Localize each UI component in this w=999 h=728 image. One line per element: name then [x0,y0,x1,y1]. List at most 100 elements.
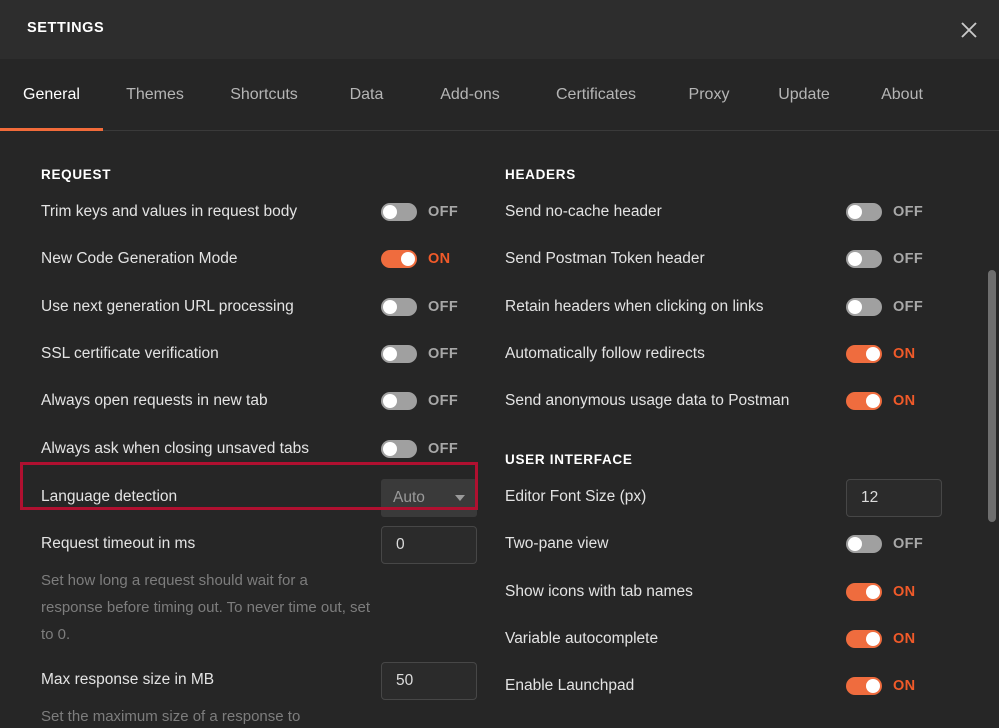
tab-label: Certificates [555,86,637,103]
request-timeout-in-ms-label: Request timeout in ms [41,535,196,552]
send-anonymous-usage-data-to-postman-toggle[interactable] [846,392,882,410]
toggle-state-label: OFF [428,441,459,457]
enable-launchpad-toggle[interactable] [846,677,882,695]
toggle-knob [401,252,415,266]
trim-keys-and-values-in-request-body-label: Trim keys and values in request body [41,203,298,220]
editor-font-size-px-input[interactable]: 12 [846,479,942,517]
editor-font-size-px-label: Editor Font Size (px) [505,488,647,505]
section-title-request: REQUEST [41,167,112,182]
use-next-generation-url-processing-toggle[interactable] [381,298,417,316]
max-response-size-in-mb-label: Max response size in MB [41,671,215,688]
input-value: 12 [861,489,879,506]
ssl-certificate-verification-label: SSL certificate verification [41,345,219,362]
toggle-state-label: ON [893,678,916,694]
tab-shortcuts[interactable]: Shortcuts [207,59,321,131]
automatically-follow-redirects-label: Automatically follow redirects [505,345,705,362]
toggle-knob [866,585,880,599]
toggle-state-label: OFF [428,299,459,315]
tab-label: General [23,86,80,103]
toggle-state-label: OFF [893,204,924,220]
always-ask-when-closing-unsaved-tabs-toggle[interactable] [381,440,417,458]
request-timeout-in-ms-input[interactable]: 0 [381,526,477,564]
use-next-generation-url-processing-label: Use next generation URL processing [41,298,294,315]
enable-launchpad-label: Enable Launchpad [505,677,635,694]
toggle-state-label: OFF [428,204,459,220]
tab-label: Update [778,86,830,103]
toggle-state-label: OFF [893,536,924,552]
always-open-requests-in-new-tab-label: Always open requests in new tab [41,392,268,409]
close-icon [959,20,979,40]
input-value: 50 [396,672,414,689]
input-value: 0 [396,536,405,553]
tab-about[interactable]: About [854,59,950,131]
section-title-user-interface: USER INTERFACE [505,452,633,467]
close-button[interactable] [953,14,985,46]
send-no-cache-header-toggle[interactable] [846,203,882,221]
settings-tabbar: General Themes Shortcuts Data Add-ons Certifi… [0,59,999,131]
request-timeout-in-ms-description: Set how long a request should wait for a… [41,572,371,643]
toggle-knob [848,205,862,219]
toggle-state-label: ON [893,631,916,647]
tab-label: About [881,86,923,103]
two-pane-view-label: Two-pane view [505,535,609,552]
page-title: SETTINGS [27,20,105,36]
toggle-state-label: OFF [893,299,924,315]
tab-list: General Themes Shortcuts Data Add-ons Certifi… [0,59,950,131]
toggle-state-label: OFF [428,346,459,362]
content-scrollbar-track[interactable] [985,132,999,728]
show-icons-with-tab-names-label: Show icons with tab names [505,583,693,600]
send-anonymous-usage-data-to-postman-label: Send anonymous usage data to Postman [505,392,790,409]
toggle-state-label: OFF [428,393,459,409]
chevron-down-icon [455,495,465,501]
active-tab-indicator [0,128,103,131]
automatically-follow-redirects-toggle[interactable] [846,345,882,363]
tab-label: Add-ons [440,86,500,103]
send-postman-token-header-label: Send Postman Token header [505,250,705,267]
new-code-generation-mode-toggle[interactable] [381,250,417,268]
trim-keys-and-values-in-request-body-toggle[interactable] [381,203,417,221]
tab-themes[interactable]: Themes [103,59,207,131]
language-detection-label: Language detection [41,488,178,505]
retain-headers-when-clicking-on-links-toggle[interactable] [846,298,882,316]
tab-general[interactable]: General [0,59,103,131]
section-title-headers: HEADERS [505,167,576,182]
toggle-knob [866,632,880,646]
tab-label: Data [349,86,384,103]
toggle-state-label: OFF [893,251,924,267]
dropdown-value: Auto [393,489,425,506]
variable-autocomplete-label: Variable autocomplete [505,630,659,647]
tab-certificates[interactable]: Certificates [528,59,664,131]
new-code-generation-mode-label: New Code Generation Mode [41,250,238,267]
toggle-knob [383,347,397,361]
retain-headers-when-clicking-on-links-label: Retain headers when clicking on links [505,298,764,315]
settings-content: REQUEST Trim keys and values in request b… [0,132,999,728]
ssl-certificate-verification-toggle[interactable] [381,345,417,363]
always-ask-when-closing-unsaved-tabs-label: Always ask when closing unsaved tabs [41,440,309,457]
send-no-cache-header-label: Send no-cache header [505,203,662,220]
two-pane-view-toggle[interactable] [846,535,882,553]
toggle-state-label: ON [893,584,916,600]
settings-titlebar: SETTINGS [0,0,999,59]
max-response-size-in-mb-input[interactable]: 50 [381,662,477,700]
tab-proxy[interactable]: Proxy [664,59,754,131]
toggle-state-label: ON [893,393,916,409]
tab-label: Shortcuts [230,86,298,103]
tab-add-ons[interactable]: Add-ons [412,59,528,131]
show-icons-with-tab-names-toggle[interactable] [846,583,882,601]
toggle-state-label: ON [428,251,451,267]
always-open-requests-in-new-tab-toggle[interactable] [381,392,417,410]
toggle-knob [383,442,397,456]
tab-update[interactable]: Update [754,59,854,131]
variable-autocomplete-toggle[interactable] [846,630,882,648]
toggle-knob [383,300,397,314]
tab-label: Themes [126,86,184,103]
toggle-knob [866,394,880,408]
toggle-state-label: ON [893,346,916,362]
language-detection-dropdown[interactable]: Auto [381,479,477,517]
tab-data[interactable]: Data [321,59,412,131]
content-scrollbar-thumb[interactable] [988,270,996,522]
toggle-knob [848,252,862,266]
send-postman-token-header-toggle[interactable] [846,250,882,268]
toggle-knob [848,300,862,314]
toggle-knob [848,537,862,551]
